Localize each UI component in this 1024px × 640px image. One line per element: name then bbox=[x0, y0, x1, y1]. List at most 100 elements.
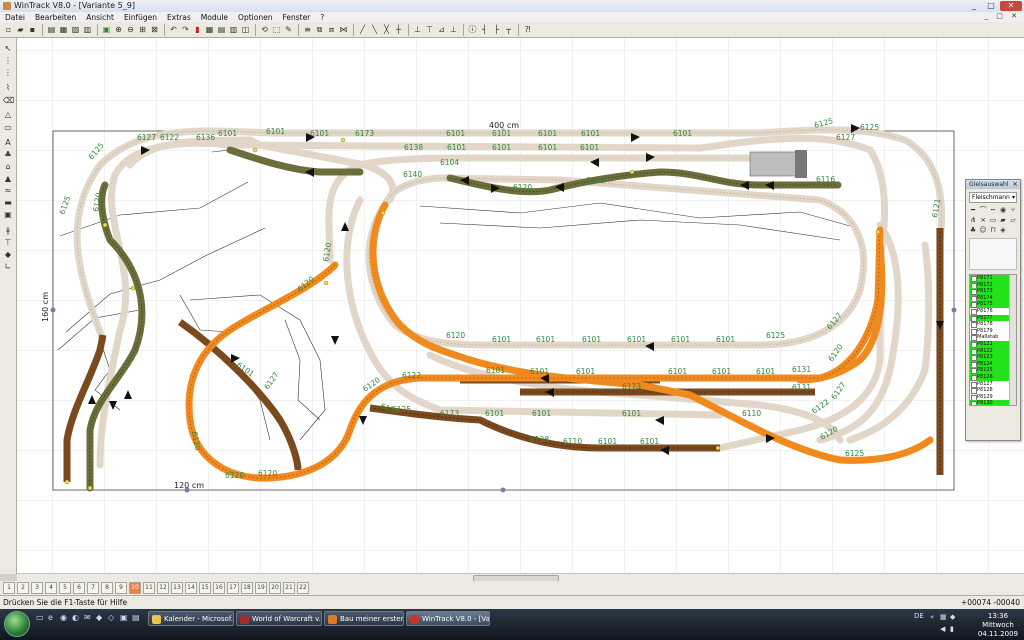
layer-2-icon[interactable]: ▥ bbox=[228, 24, 239, 35]
house-icon[interactable]: ⌂ bbox=[3, 162, 13, 171]
copy-icon[interactable]: ▧ bbox=[70, 24, 81, 35]
zoom-fit-icon[interactable]: ⊠ bbox=[149, 24, 160, 35]
layer-button[interactable]: 7 bbox=[87, 582, 99, 594]
handle[interactable] bbox=[500, 487, 506, 493]
quicklaunch-icon[interactable]: ▤ bbox=[132, 613, 141, 622]
water-icon[interactable]: ≈ bbox=[3, 186, 13, 195]
locomotive-icon[interactable]: ▰ bbox=[999, 216, 1007, 224]
catenary-icon[interactable]: ⊤ bbox=[3, 238, 13, 247]
layer-button[interactable]: 8 bbox=[101, 582, 113, 594]
rotate-icon[interactable]: ⟲ bbox=[259, 24, 270, 35]
document-icon[interactable]: ▥ bbox=[82, 24, 93, 35]
measure-tool-icon[interactable]: ∟ bbox=[3, 262, 13, 271]
open-folder-icon[interactable]: ▰ bbox=[15, 24, 26, 35]
marker-icon[interactable]: ◆ bbox=[3, 250, 13, 259]
dash-icon[interactable]: ┅ bbox=[989, 206, 997, 214]
menu-datei[interactable]: Datei bbox=[0, 13, 30, 22]
info-icon[interactable]: ⓘ bbox=[467, 24, 478, 35]
taskbar-button[interactable]: WinTrack V8.0 - [Va... bbox=[406, 611, 490, 626]
layer-button[interactable]: 1 bbox=[3, 582, 15, 594]
layer-button[interactable]: 20 bbox=[269, 582, 281, 594]
group-icon[interactable]: ⧉ bbox=[314, 24, 325, 35]
switch-icon[interactable]: ⑂ bbox=[1009, 206, 1017, 214]
minimize-button[interactable]: _ bbox=[966, 1, 982, 11]
start-button[interactable] bbox=[4, 611, 30, 637]
tree-icon[interactable]: ♣ bbox=[3, 150, 13, 159]
menu-optionen[interactable]: Optionen bbox=[233, 13, 277, 22]
save-icon[interactable]: ▪ bbox=[27, 24, 38, 35]
signal-icon[interactable]: ◉ bbox=[999, 206, 1007, 214]
shape-icon[interactable]: △ bbox=[3, 110, 13, 119]
layer-button[interactable]: 11 bbox=[143, 582, 155, 594]
media-icon[interactable]: ◉ bbox=[60, 613, 69, 622]
layer-button[interactable]: 18 bbox=[241, 582, 253, 594]
layer-button[interactable]: 10 bbox=[129, 582, 141, 594]
track-list-icon[interactable]: ⋮ bbox=[3, 68, 13, 77]
new-file-icon[interactable]: ▫ bbox=[3, 24, 14, 35]
arrow-tool-icon[interactable]: ↖ bbox=[3, 44, 13, 53]
layer-button[interactable]: 3 bbox=[31, 582, 43, 594]
panel-close-icon[interactable]: × bbox=[1012, 180, 1018, 189]
print-preview-icon[interactable]: ▤ bbox=[46, 24, 57, 35]
tray-arrow-icon[interactable]: « bbox=[930, 613, 938, 621]
network-icon[interactable]: ▦ bbox=[940, 613, 948, 621]
zoom-out-icon[interactable]: ⊖ bbox=[125, 24, 136, 35]
ruler-icon[interactable]: ┤ bbox=[479, 24, 490, 35]
layer-button[interactable]: 22 bbox=[297, 582, 309, 594]
quicklaunch-icon[interactable]: ◆ bbox=[96, 613, 105, 622]
layer-button[interactable]: 6 bbox=[73, 582, 85, 594]
figure-icon[interactable]: ☺ bbox=[979, 226, 987, 234]
volume-icon[interactable]: ◀ bbox=[940, 625, 948, 633]
rectangle-icon[interactable]: ▭ bbox=[3, 123, 13, 132]
layer-button[interactable]: 14 bbox=[185, 582, 197, 594]
zoom-in-icon[interactable]: ⊕ bbox=[113, 24, 124, 35]
ungroup-icon[interactable]: ⧈ bbox=[326, 24, 337, 35]
layer-icon[interactable]: ▤ bbox=[216, 24, 227, 35]
layer-button[interactable]: 2 bbox=[17, 582, 29, 594]
layer-button[interactable]: 19 bbox=[255, 582, 267, 594]
select-icon[interactable]: ⬚ bbox=[271, 24, 282, 35]
text-tool-icon[interactable]: A bbox=[3, 138, 13, 147]
layer-button[interactable]: 13 bbox=[171, 582, 183, 594]
track-tool-3-icon[interactable]: ╳ bbox=[381, 24, 392, 35]
zoom-window-icon[interactable]: ⊞ bbox=[137, 24, 148, 35]
brush-icon[interactable]: ⌇ bbox=[3, 83, 13, 92]
language-indicator[interactable]: DE bbox=[914, 612, 924, 620]
photo-icon[interactable]: ▣ bbox=[3, 210, 13, 219]
track-tool-1-icon[interactable]: ╱ bbox=[357, 24, 368, 35]
layer-button[interactable]: 17 bbox=[227, 582, 239, 594]
layer-button[interactable]: 9 bbox=[115, 582, 127, 594]
crossing-icon[interactable]: ⨯ bbox=[979, 216, 987, 224]
slope-icon[interactable]: ⊿ bbox=[436, 24, 447, 35]
drawing-canvas[interactable]: 400 cm 160 cm 120 cm 6101 6101 6173 6101… bbox=[17, 38, 1024, 573]
taskbar-button[interactable]: Bau meiner ersten A... bbox=[324, 611, 404, 626]
layer-button[interactable]: 16 bbox=[213, 582, 225, 594]
terrain-icon[interactable]: ▲ bbox=[3, 174, 13, 183]
track-select-icon[interactable]: ⋮ bbox=[3, 56, 13, 65]
taskbar-button[interactable]: World of Warcraft v... bbox=[236, 611, 322, 626]
manufacturer-select[interactable]: Fleischmann ▾ bbox=[969, 192, 1017, 203]
show-desktop-icon[interactable]: ▭ bbox=[36, 613, 45, 622]
menu-module[interactable]: Module bbox=[196, 13, 233, 22]
tree-icon[interactable]: ♣ bbox=[969, 226, 977, 234]
track-tool-4-icon[interactable]: ┼ bbox=[393, 24, 404, 35]
ruler-2-icon[interactable]: ├ bbox=[491, 24, 502, 35]
layer-button[interactable]: 5 bbox=[59, 582, 71, 594]
layer-button[interactable]: 15 bbox=[199, 582, 211, 594]
clock[interactable]: 13:36 Mittwoch 04.11.2009 bbox=[978, 612, 1018, 639]
taskbar-button[interactable]: Kalender - Microsof... bbox=[148, 611, 234, 626]
track-tool-2-icon[interactable]: ╲ bbox=[369, 24, 380, 35]
quicklaunch-icon[interactable]: ▣ bbox=[120, 613, 129, 622]
menu-bearbeiten[interactable]: Bearbeiten bbox=[30, 13, 81, 22]
snap-icon[interactable]: ◫ bbox=[240, 24, 251, 35]
menu-extras[interactable]: Extras bbox=[162, 13, 196, 22]
measure-icon[interactable]: ⊥ bbox=[412, 24, 423, 35]
list-scrollbar[interactable] bbox=[1009, 275, 1016, 405]
align-icon[interactable]: ≡ bbox=[302, 24, 313, 35]
grid-icon[interactable]: ▦ bbox=[204, 24, 215, 35]
flag-icon[interactable]: ▮ bbox=[192, 24, 203, 35]
3d-icon[interactable]: ◈ bbox=[999, 226, 1007, 234]
firefox-icon[interactable]: ◐ bbox=[72, 613, 81, 622]
mdi-controls[interactable]: _ □ ✕ bbox=[985, 12, 1020, 20]
menu-einfuegen[interactable]: Einfügen bbox=[119, 13, 162, 22]
